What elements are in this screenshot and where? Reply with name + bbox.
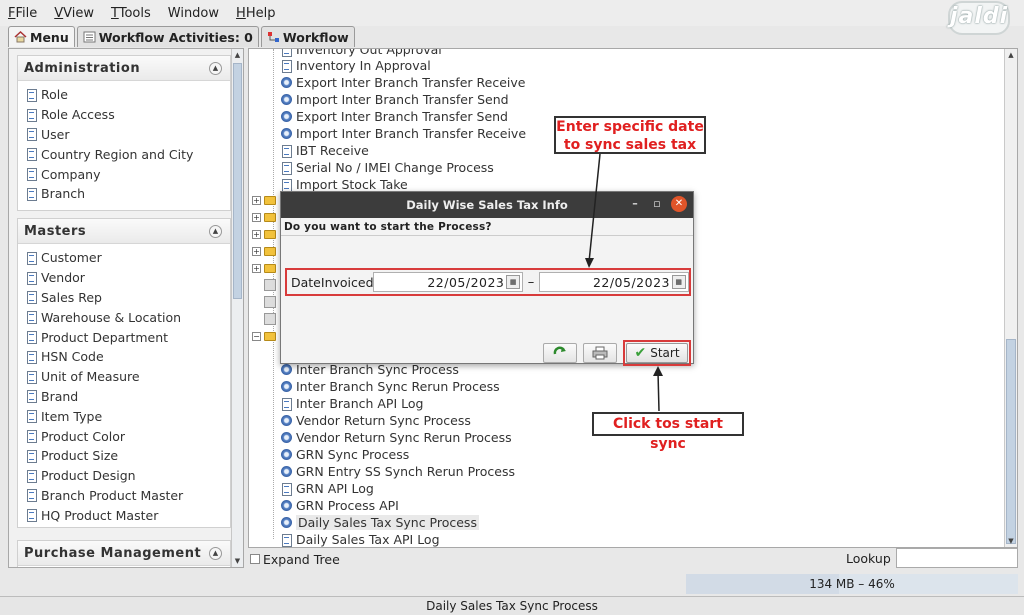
annotation-arrows: [585, 153, 663, 412]
start-arrow-line: [657, 371, 660, 412]
date-arrowhead-icon: [585, 258, 594, 268]
start-arrowhead-icon: [653, 366, 663, 376]
date-arrow-line: [588, 153, 601, 263]
